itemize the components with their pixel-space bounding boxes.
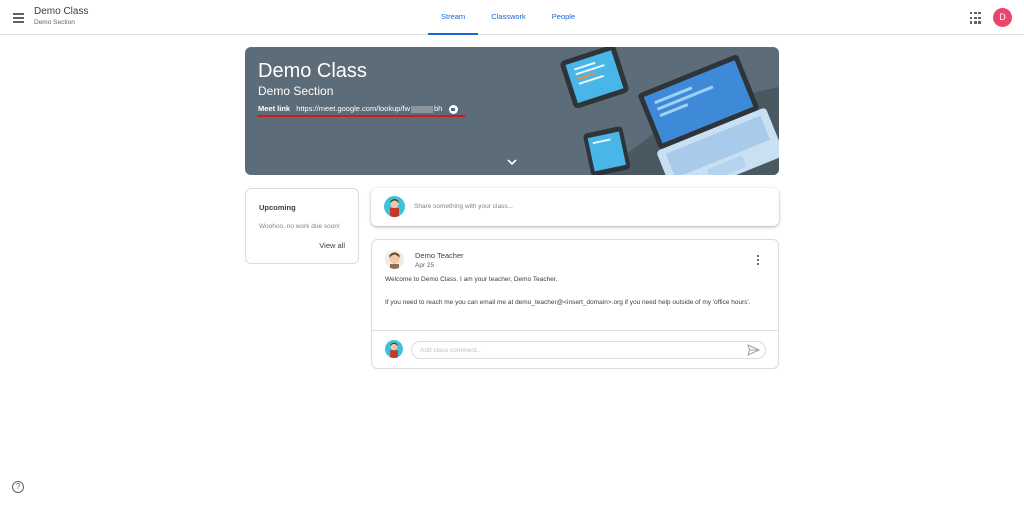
chevron-down-icon[interactable] xyxy=(505,155,519,169)
tab-people[interactable]: People xyxy=(539,0,588,35)
upcoming-title: Upcoming xyxy=(259,203,296,212)
post-body-line: Welcome to Demo Class. I am your teacher… xyxy=(385,276,558,283)
banner-class-section: Demo Section xyxy=(258,84,334,98)
redacted-region xyxy=(411,105,433,113)
account-avatar[interactable]: D xyxy=(993,8,1012,27)
tab-stream[interactable]: Stream xyxy=(428,0,479,35)
post-divider xyxy=(372,330,778,331)
google-apps-grid-icon[interactable] xyxy=(970,12,982,24)
hamburger-menu-icon-line xyxy=(13,17,24,19)
hamburger-menu-icon-line xyxy=(13,21,24,23)
meet-link-text-end: bh xyxy=(434,104,443,113)
banner-class-title: Demo Class xyxy=(258,60,367,82)
user-avatar-icon xyxy=(390,199,399,217)
help-icon[interactable]: ? xyxy=(12,481,24,493)
tab-classwork[interactable]: Classwork xyxy=(478,0,539,35)
upcoming-card: Upcoming Woohoo, no work due soon! View … xyxy=(245,188,359,264)
teacher-avatar-icon xyxy=(389,252,400,269)
main-menu-button[interactable] xyxy=(9,8,29,28)
class-tabs: Stream Classwork People xyxy=(428,0,588,35)
user-avatar-icon xyxy=(390,342,398,358)
send-icon[interactable] xyxy=(747,344,760,356)
post-author[interactable]: Demo Teacher xyxy=(415,251,464,260)
teacher-avatar xyxy=(385,250,404,269)
meet-link-text-start: https://meet.google.com/lookup/fw xyxy=(296,104,410,113)
annotation-underline xyxy=(257,115,465,117)
class-banner: Demo Class Demo Section Meet link https:… xyxy=(245,47,779,175)
class-title-link[interactable]: Demo Class xyxy=(34,6,88,17)
meet-link-row: Meet link https://meet.google.com/lookup… xyxy=(258,104,459,114)
meet-link-label: Meet link xyxy=(258,104,291,113)
post-body-line: If you need to reach me you can email me… xyxy=(385,299,751,306)
announcement-post: Demo Teacher Apr 25 Welcome to Demo Clas… xyxy=(371,239,779,369)
more-options-icon[interactable] xyxy=(753,253,763,267)
class-banner-illustration xyxy=(560,47,779,175)
hamburger-menu-icon xyxy=(13,13,24,15)
user-avatar xyxy=(385,340,403,358)
upcoming-empty-message: Woohoo, no work due soon! xyxy=(259,223,340,230)
view-all-link[interactable]: View all xyxy=(319,241,345,250)
class-section-label: Demo Section xyxy=(34,19,75,26)
top-app-bar: Demo Class Demo Section Stream Classwork… xyxy=(0,0,1024,35)
share-placeholder: Share something with your class... xyxy=(414,203,513,210)
share-announcement-box[interactable]: Share something with your class... xyxy=(371,188,779,226)
video-camera-icon[interactable] xyxy=(449,104,459,114)
class-comment-input[interactable] xyxy=(411,341,766,359)
user-avatar xyxy=(384,196,405,217)
post-date: Apr 25 xyxy=(415,262,435,269)
meet-link[interactable]: https://meet.google.com/lookup/fw bh xyxy=(296,104,442,113)
